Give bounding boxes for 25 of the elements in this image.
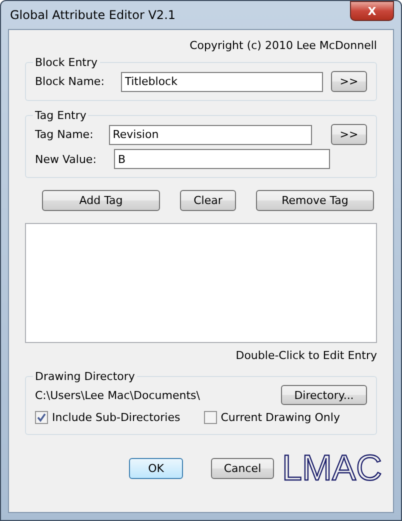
group-title: Tag Entry: [34, 109, 88, 122]
hint-text: Double-Click to Edit Entry: [236, 349, 377, 362]
directory-button[interactable]: Directory...: [281, 385, 367, 405]
new-value-field[interactable]: B: [114, 149, 330, 169]
action-button[interactable]: Add Tag: [42, 190, 160, 211]
action-button[interactable]: Clear: [180, 190, 236, 211]
directory-path: C:\Users\Lee Mac\Documents\: [35, 388, 200, 402]
action-button[interactable]: Remove Tag: [256, 190, 374, 211]
group-title: Block Entry: [34, 56, 99, 69]
select-block-button[interactable]: >>: [331, 71, 367, 92]
group-title: Drawing Directory: [34, 370, 136, 383]
select-tag-button[interactable]: >>: [331, 124, 367, 145]
copyright-text: Copyright (c) 2010 Lee McDonnell: [190, 39, 377, 52]
window-title: Global Attribute Editor V2.1: [9, 8, 176, 22]
checkbox-label: Include Sub-Directories: [52, 411, 180, 424]
cancel-button[interactable]: Cancel: [211, 458, 274, 478]
logo: LMAC: [282, 451, 382, 485]
ok-button[interactable]: OK: [129, 458, 183, 478]
close-button[interactable]: X: [350, 1, 394, 21]
field-label: Block Name:: [35, 75, 106, 88]
field-label: Tag Name:: [35, 128, 94, 141]
checkbox-label: Current Drawing Only: [220, 411, 340, 424]
block-name-field[interactable]: Titleblock: [120, 72, 323, 92]
field-label: New Value:: [35, 152, 98, 166]
tag-name-field[interactable]: Revision: [108, 124, 312, 144]
